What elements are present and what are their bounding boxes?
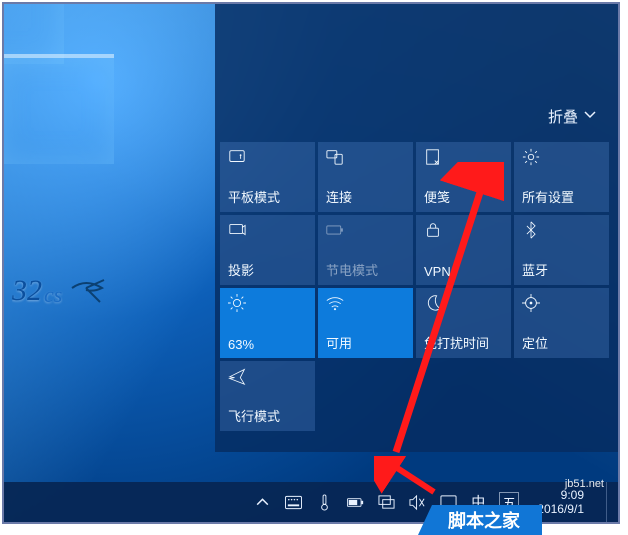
location-icon xyxy=(522,294,601,314)
tile-label: VPN xyxy=(424,264,503,279)
collapse-button[interactable]: 折叠 xyxy=(548,106,596,127)
svg-text:32: 32 xyxy=(12,274,42,307)
gear-icon xyxy=(522,148,601,168)
screenshot-frame: 32 cs 折叠 平板模式连接便笺所有设置投影节电模式 VPN 蓝牙 63% 可用免打扰… xyxy=(2,2,620,524)
quick-action-tile-airplane[interactable]: 飞行模式 xyxy=(220,361,315,431)
battery-icon[interactable] xyxy=(347,494,364,511)
touch-keyboard-icon[interactable] xyxy=(285,494,302,511)
clock-date: 2016/9/1 xyxy=(537,502,584,516)
chevron-down-icon xyxy=(584,108,596,125)
quick-action-tile-project[interactable]: 投影 xyxy=(220,215,315,285)
quick-action-tile-brightness[interactable]: 63% xyxy=(220,288,315,358)
tile-label: 定位 xyxy=(522,333,601,352)
tile-label: 蓝牙 xyxy=(522,260,601,279)
tablet-icon xyxy=(228,148,307,168)
tile-label: 便笺 xyxy=(424,187,503,206)
svg-text:cs: cs xyxy=(44,282,62,307)
tile-label: 连接 xyxy=(326,187,405,206)
thermometer-icon[interactable] xyxy=(316,494,333,511)
watermark-logo: 32 cs xyxy=(12,266,122,326)
quick-action-tiles: 平板模式连接便笺所有设置投影节电模式 VPN 蓝牙 63% 可用免打扰时间定位飞行模式 xyxy=(220,142,613,431)
vpn-icon xyxy=(424,221,503,241)
moon-icon xyxy=(424,294,503,314)
airplane-icon xyxy=(228,367,307,387)
quick-action-tile-tablet[interactable]: 平板模式 xyxy=(220,142,315,212)
quick-action-tile-battery[interactable]: 节电模式 xyxy=(318,215,413,285)
tile-label: 节电模式 xyxy=(326,260,405,279)
network-icon[interactable] xyxy=(378,494,395,511)
footer-text: 脚本之家 xyxy=(448,507,520,533)
connect-icon xyxy=(326,148,405,168)
project-icon xyxy=(228,221,307,241)
quick-action-tile-location[interactable]: 定位 xyxy=(514,288,609,358)
quick-action-tile-connect[interactable]: 连接 xyxy=(318,142,413,212)
tile-label: 63% xyxy=(228,337,307,352)
tile-label: 免打扰时间 xyxy=(424,333,503,352)
battery-icon xyxy=(326,221,405,241)
wifi-icon xyxy=(326,294,405,314)
tile-label: 投影 xyxy=(228,260,307,279)
quick-action-tile-wifi[interactable]: 可用 xyxy=(318,288,413,358)
collapse-label: 折叠 xyxy=(548,106,578,127)
quick-action-tile-moon[interactable]: 免打扰时间 xyxy=(416,288,511,358)
quick-action-tile-bluetooth[interactable]: 蓝牙 xyxy=(514,215,609,285)
quick-action-tile-vpn[interactable]: VPN xyxy=(416,215,511,285)
brightness-icon xyxy=(228,294,307,314)
tile-label: 飞行模式 xyxy=(228,406,307,425)
note-icon xyxy=(424,148,503,168)
tile-label: 平板模式 xyxy=(228,187,307,206)
source-watermark: jb51.net xyxy=(565,478,604,490)
quick-action-tile-gear[interactable]: 所有设置 xyxy=(514,142,609,212)
taskbar-clock[interactable]: 9:09 2016/9/1 xyxy=(533,488,592,516)
volume-mute-icon[interactable] xyxy=(409,494,426,511)
action-center-panel: 折叠 平板模式连接便笺所有设置投影节电模式 VPN 蓝牙 63% 可用免打扰时间定位飞行… xyxy=(215,4,618,452)
footer-banner: 脚本之家 xyxy=(418,505,542,535)
bluetooth-icon xyxy=(522,221,601,241)
tile-label: 可用 xyxy=(326,333,405,352)
tile-label: 所有设置 xyxy=(522,187,601,206)
tray-overflow-chevron-icon[interactable] xyxy=(254,494,271,511)
show-desktop-button[interactable] xyxy=(606,482,612,522)
quick-action-tile-note[interactable]: 便笺 xyxy=(416,142,511,212)
clock-time: 9:09 xyxy=(537,488,584,502)
